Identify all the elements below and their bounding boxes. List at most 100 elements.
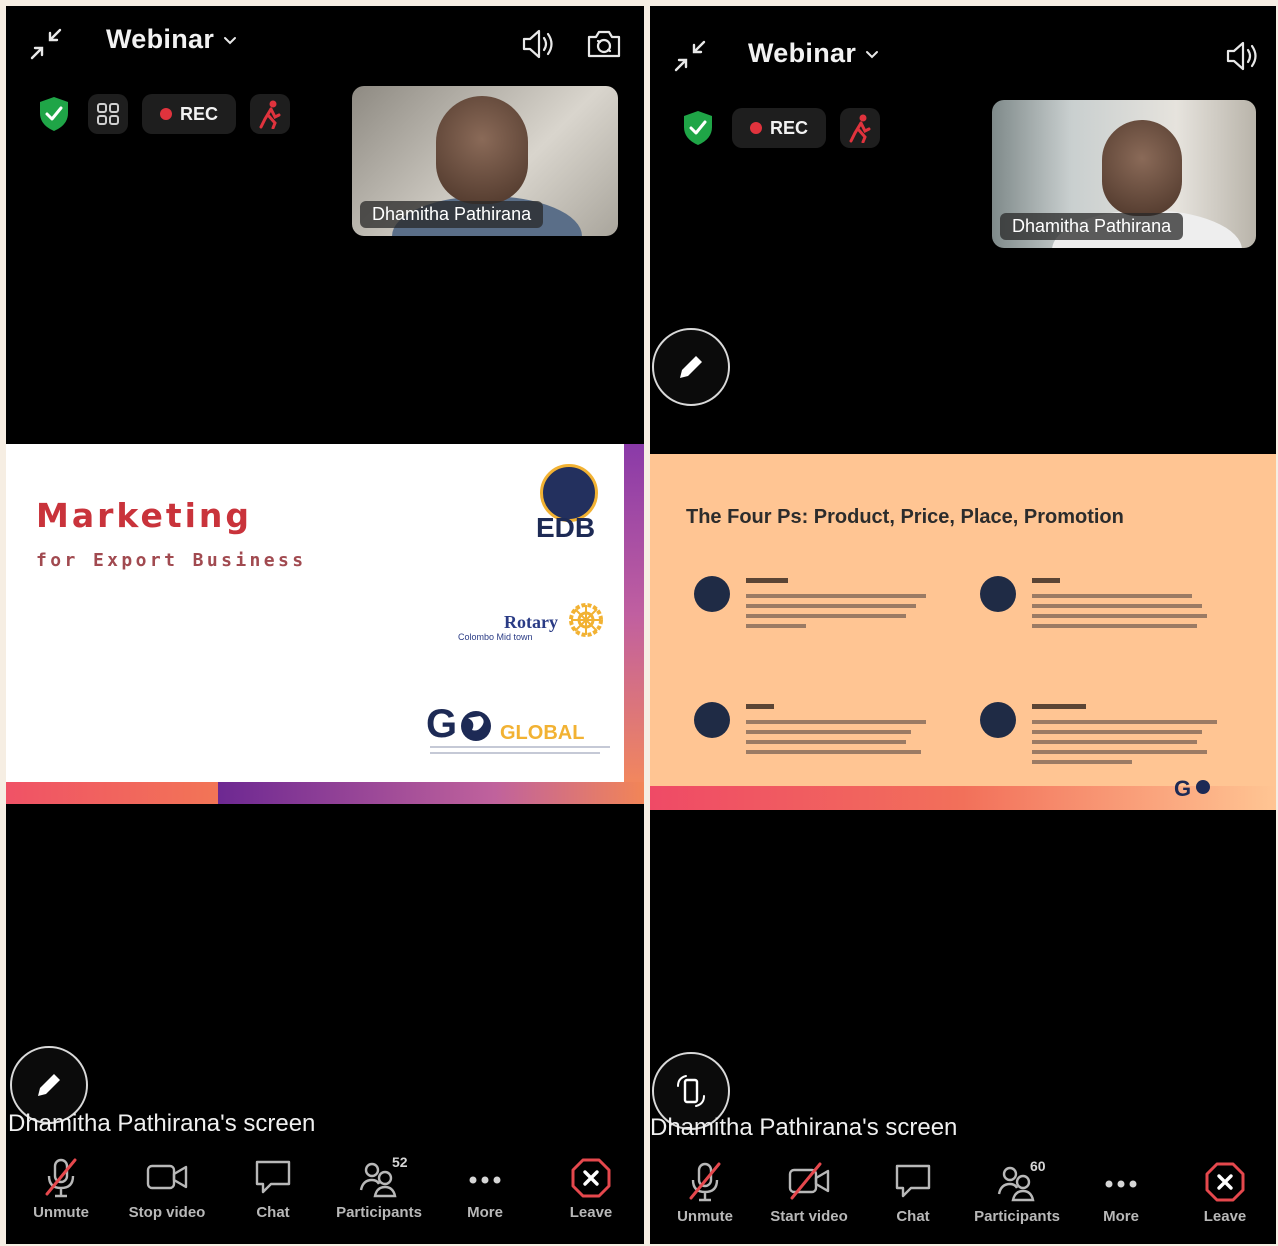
stop-video-button[interactable]: Stop video [112, 1154, 222, 1221]
mic-muted-icon [689, 1162, 721, 1202]
edb-logo-text: EDB [536, 512, 596, 543]
screen-share-label: Dhamitha Pathirana's screen [650, 1114, 958, 1141]
quadrant-text-line [746, 604, 916, 608]
rotary-wheel-icon [569, 603, 603, 637]
more-button[interactable]: More [430, 1154, 540, 1221]
quadrant-text-line [746, 624, 806, 628]
shield-icon[interactable] [34, 94, 74, 134]
quadrant-text-line [1032, 594, 1192, 598]
top-bar: Webinar [6, 6, 644, 86]
participant-face [436, 96, 528, 204]
quadrant-text-line [746, 720, 926, 724]
unmute-button[interactable]: Unmute [650, 1158, 760, 1225]
price-icon [980, 576, 1016, 612]
quadrant-text-line [1032, 730, 1202, 734]
meeting-title-dropdown[interactable]: Webinar [106, 24, 238, 55]
leave-x-icon [571, 1158, 611, 1198]
globe-icon [461, 711, 491, 741]
quadrant-text-line [1032, 760, 1132, 764]
more-dots-icon [469, 1176, 501, 1184]
chat-bubble-icon [255, 1160, 291, 1194]
video-off-icon [788, 1162, 830, 1200]
go-global-g-text: G [1174, 776, 1192, 801]
quadrant-text-line [1032, 624, 1197, 628]
record-dot-icon [750, 122, 762, 134]
unmute-label: Unmute [677, 1208, 733, 1225]
collapse-icon[interactable] [26, 24, 66, 64]
leave-label: Leave [569, 1204, 613, 1221]
rotate-phone-icon [677, 1075, 705, 1107]
more-dots-icon [1105, 1180, 1137, 1188]
tagline-line [430, 746, 610, 748]
raise-hand-icon[interactable] [840, 108, 881, 148]
more-label: More [467, 1204, 503, 1221]
annotate-pencil-button[interactable] [652, 328, 730, 406]
pencil-icon [38, 1074, 60, 1096]
participants-count-badge: 52 [392, 1154, 408, 1170]
left-phone-screen: Webinar REC Dhamitha Pathirana Marketing… [6, 6, 644, 1244]
meeting-title: Webinar [106, 24, 215, 54]
quadrant-text-line [746, 594, 926, 598]
participants-label: Participants [974, 1208, 1060, 1225]
shield-icon[interactable] [678, 108, 718, 148]
participants-label: Participants [336, 1204, 422, 1221]
rec-label: REC [180, 103, 219, 124]
meeting-title-dropdown[interactable]: Webinar [748, 38, 880, 69]
participants-button[interactable]: Participants 60 [962, 1158, 1072, 1225]
chat-button[interactable]: Chat [218, 1154, 328, 1221]
video-camera-icon [146, 1164, 188, 1190]
quadrant-text-line [1032, 740, 1197, 744]
chat-bubble-icon [895, 1164, 931, 1198]
recording-indicator[interactable]: REC [142, 94, 237, 134]
participant-video-tile[interactable]: Dhamitha Pathirana [352, 86, 618, 236]
status-row: REC [34, 94, 291, 134]
mic-muted-icon [45, 1158, 77, 1198]
leave-button[interactable]: Leave [536, 1154, 644, 1221]
promotion-icon [980, 702, 1016, 738]
start-video-button[interactable]: Start video [754, 1158, 864, 1225]
place-icon [694, 702, 730, 738]
participants-count-badge: 60 [1030, 1158, 1046, 1174]
participants-button[interactable]: Participants 52 [324, 1154, 434, 1221]
start-video-label: Start video [770, 1208, 848, 1225]
quadrant-heading-line [1032, 704, 1086, 709]
chevron-down-icon [866, 50, 879, 58]
slide-title: The Four Ps: Product, Price, Place, Prom… [686, 506, 1124, 528]
product-icon [694, 576, 730, 612]
chat-button[interactable]: Chat [858, 1158, 968, 1225]
quadrant-text-line [1032, 604, 1202, 608]
leave-button[interactable]: Leave [1170, 1158, 1276, 1225]
raise-hand-icon[interactable] [250, 94, 291, 134]
quadrant-text-line [746, 740, 906, 744]
slide-subtitle: for Export Business [36, 550, 307, 571]
rotary-logo-subtext: Colombo Mid town [458, 632, 533, 642]
slide-bottom-bar-right [218, 782, 644, 804]
pencil-icon [680, 356, 702, 378]
speaker-icon[interactable] [518, 24, 558, 64]
tagline-line [430, 752, 600, 754]
quadrant-heading-line [746, 704, 774, 709]
slide-side-bar [624, 444, 644, 784]
leave-x-icon [1205, 1162, 1245, 1202]
chat-label: Chat [256, 1204, 290, 1221]
quadrant-text-line [1032, 750, 1207, 754]
meeting-title: Webinar [748, 38, 857, 68]
meeting-toolbar: Unmute Start video Chat Participants 60 … [650, 1158, 1276, 1244]
rotary-logo-text: Rotary [504, 612, 558, 632]
unmute-button[interactable]: Unmute [6, 1154, 116, 1221]
globe-icon [1196, 780, 1210, 794]
more-button[interactable]: More [1066, 1158, 1176, 1225]
participant-video-tile[interactable]: Dhamitha Pathirana [992, 100, 1256, 248]
chat-label: Chat [896, 1208, 930, 1225]
participant-face [1102, 120, 1182, 216]
camera-switch-icon[interactable] [584, 24, 624, 64]
stop-video-label: Stop video [128, 1204, 206, 1221]
unmute-label: Unmute [33, 1204, 89, 1221]
gallery-grid-icon[interactable] [88, 94, 128, 134]
recording-indicator[interactable]: REC [732, 108, 827, 148]
go-global-text: GLOBAL [500, 722, 585, 744]
collapse-icon[interactable] [670, 36, 710, 76]
chevron-down-icon [224, 36, 237, 44]
speaker-icon[interactable] [1222, 36, 1262, 76]
rec-label: REC [770, 117, 809, 138]
